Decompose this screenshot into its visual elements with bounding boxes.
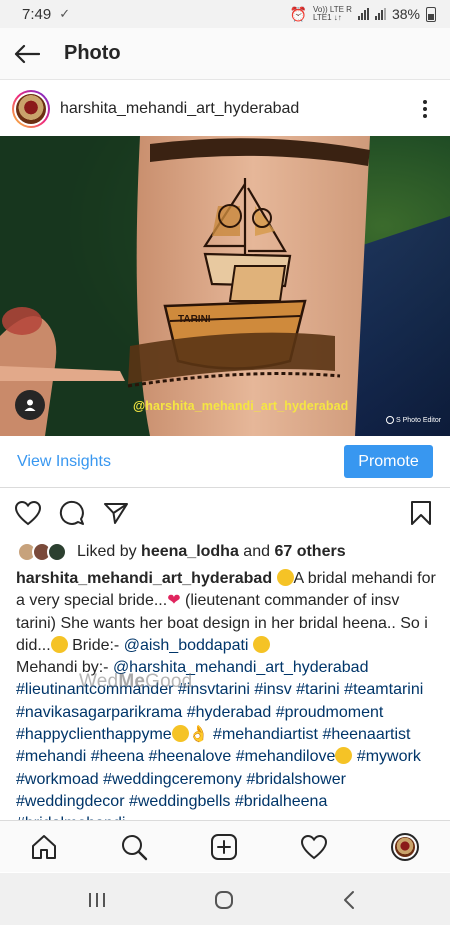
status-icons: ⏰ Vo)) LTE R LTE1 ↓↑ 38%: [290, 6, 436, 23]
liker-avatar: [47, 542, 67, 562]
status-bar: 7:49 ✓ ⏰ Vo)) LTE R LTE1 ↓↑ 38%: [0, 0, 450, 28]
photo-watermark: @harshita_mehandi_art_hyderabad: [133, 399, 349, 413]
back-chevron-icon: [344, 891, 354, 909]
like-button[interactable]: [11, 496, 45, 530]
add-post-icon: [211, 834, 237, 860]
insights-row: View Insights Promote: [0, 436, 450, 488]
avatar[interactable]: [12, 90, 50, 128]
comment-icon: [59, 500, 84, 525]
signal-icon: [357, 8, 369, 20]
liked-by-others[interactable]: 67 others: [274, 543, 345, 561]
home-system-button[interactable]: [211, 887, 237, 913]
check-icon: ✓: [59, 6, 71, 21]
wedmegood-watermark: WedMeGood: [79, 671, 193, 692]
post-header: harshita_mehandi_art_hyderabad: [0, 82, 450, 136]
signal-icon-2: [374, 8, 386, 20]
home-icon: [32, 835, 56, 859]
status-time: 7:49: [22, 5, 52, 23]
share-button[interactable]: [99, 496, 133, 530]
back-arrow-icon: [14, 44, 40, 63]
caption-text-3: Bride:-: [67, 636, 124, 654]
save-bookmark-icon: [411, 501, 431, 525]
liked-by-middle: and: [238, 543, 275, 560]
recents-icon: [89, 893, 105, 907]
nav-search-button[interactable]: [118, 831, 150, 863]
like-heart-icon: [14, 500, 42, 526]
profile-avatar: [391, 833, 419, 861]
tagged-user-button[interactable]: [15, 390, 45, 420]
more-options-icon[interactable]: [418, 97, 432, 121]
caption-mention-bride[interactable]: @aish_boddapati: [124, 637, 249, 654]
network-indicator: Vo)) LTE R LTE1 ↓↑: [312, 5, 352, 22]
heart-eyes-emoji-icon: [335, 747, 353, 765]
alarm-icon: ⏰: [289, 5, 307, 22]
back-system-button[interactable]: [336, 887, 362, 913]
editor-icon: [386, 416, 394, 424]
activity-heart-icon: [300, 834, 328, 860]
kissing-emoji-icon: [252, 635, 270, 653]
nav-profile-button[interactable]: [389, 831, 421, 863]
caption-username[interactable]: harshita_mehandi_art_hyderabad: [16, 570, 272, 587]
relieved-emoji-icon: [171, 725, 189, 743]
ok-hand-icon: 👌: [188, 726, 209, 744]
battery-percent: 38%: [391, 6, 420, 22]
page-title: Photo: [64, 42, 121, 64]
henna-photo-illustration: TARINI: [0, 136, 450, 436]
nav-add-post-button[interactable]: [208, 831, 240, 863]
liked-by-user[interactable]: heena_lodha: [141, 543, 239, 561]
nav-activity-button[interactable]: [298, 831, 330, 863]
post-actions: [0, 496, 450, 534]
save-button[interactable]: [404, 496, 438, 530]
comment-button[interactable]: [55, 496, 89, 530]
back-button[interactable]: [0, 28, 54, 80]
view-insights-link[interactable]: View Insights: [17, 453, 111, 471]
bottom-nav: [0, 820, 450, 872]
user-icon: [24, 399, 36, 411]
promote-button[interactable]: Promote: [344, 445, 433, 478]
hugging-emoji-icon: [276, 569, 294, 586]
home-circle-icon: [215, 891, 233, 909]
smiling-emoji-icon: [50, 635, 68, 653]
liked-by-row[interactable]: Liked by heena_lodha and 67 others: [17, 541, 346, 563]
liked-by-prefix: Liked by: [77, 543, 142, 560]
top-bar: Photo: [0, 28, 450, 80]
battery-icon: [426, 6, 436, 22]
post-caption: harshita_mehandi_art_hyderabad A bridal …: [16, 568, 436, 836]
search-icon: [122, 835, 148, 861]
system-nav-bar: [0, 873, 450, 925]
post-photo[interactable]: TARINI: [0, 136, 450, 436]
post-username[interactable]: harshita_mehandi_art_hyderabad: [60, 100, 299, 118]
boat-label: TARINI: [178, 314, 211, 325]
share-icon: [104, 503, 128, 524]
photo-editor-mark: S Photo Editor: [386, 416, 441, 424]
recents-button[interactable]: [84, 887, 110, 913]
liker-avatars: [17, 542, 71, 562]
red-heart-icon: ❤: [167, 592, 181, 610]
nav-home-button[interactable]: [28, 831, 60, 863]
